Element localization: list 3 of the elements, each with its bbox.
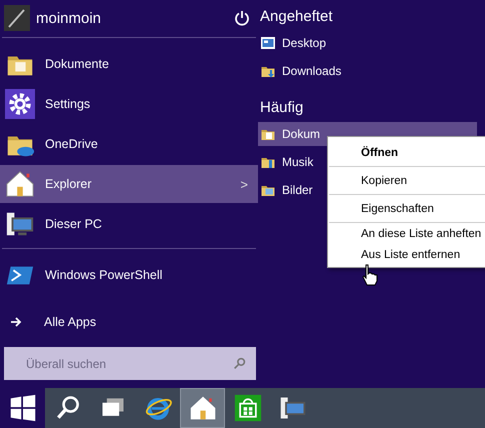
section-title: Angeheftet bbox=[259, 8, 334, 25]
user-name: moinmoin bbox=[36, 10, 102, 26]
section-title: Häufig bbox=[259, 99, 304, 116]
